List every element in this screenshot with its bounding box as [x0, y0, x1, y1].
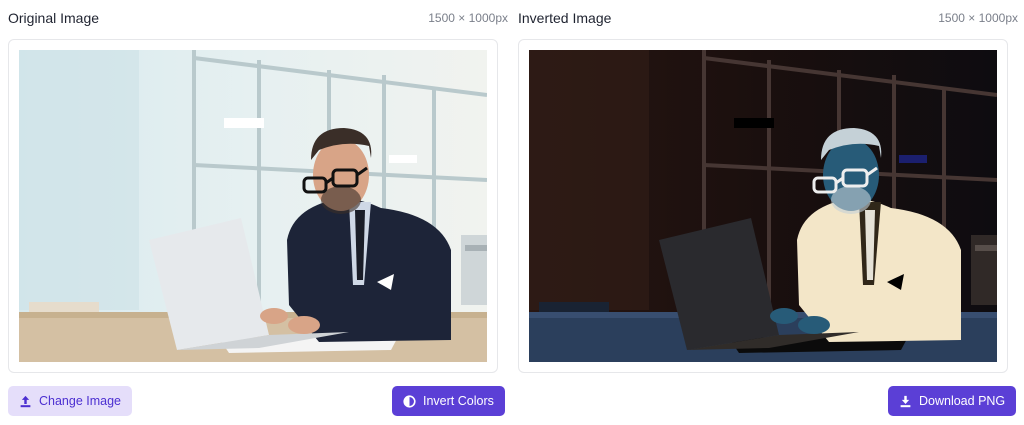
inverted-panel: Inverted Image 1500 × 1000px Download PN… — [518, 0, 1018, 425]
inverted-header: Inverted Image 1500 × 1000px — [518, 8, 1018, 28]
inverted-dimensions: 1500 × 1000px — [938, 11, 1018, 25]
original-image-card — [8, 39, 498, 373]
contrast-icon — [403, 394, 416, 408]
original-panel: Original Image 1500 × 1000px Change Imag… — [8, 0, 508, 425]
change-image-label: Change Image — [39, 394, 122, 408]
invert-colors-label: Invert Colors — [423, 394, 494, 408]
download-png-label: Download PNG — [919, 394, 1006, 408]
download-png-button[interactable]: Download PNG — [888, 386, 1017, 416]
change-image-button[interactable]: Change Image — [8, 386, 133, 416]
inverted-image-card — [518, 39, 1008, 373]
original-header: Original Image 1500 × 1000px — [8, 8, 508, 28]
original-title: Original Image — [8, 10, 100, 26]
upload-icon — [19, 395, 32, 408]
download-icon — [899, 395, 912, 408]
original-dimensions: 1500 × 1000px — [428, 11, 508, 25]
invert-colors-button[interactable]: Invert Colors — [392, 386, 505, 416]
inverted-image — [529, 50, 997, 362]
inverted-title: Inverted Image — [518, 10, 612, 26]
original-image — [19, 50, 487, 362]
